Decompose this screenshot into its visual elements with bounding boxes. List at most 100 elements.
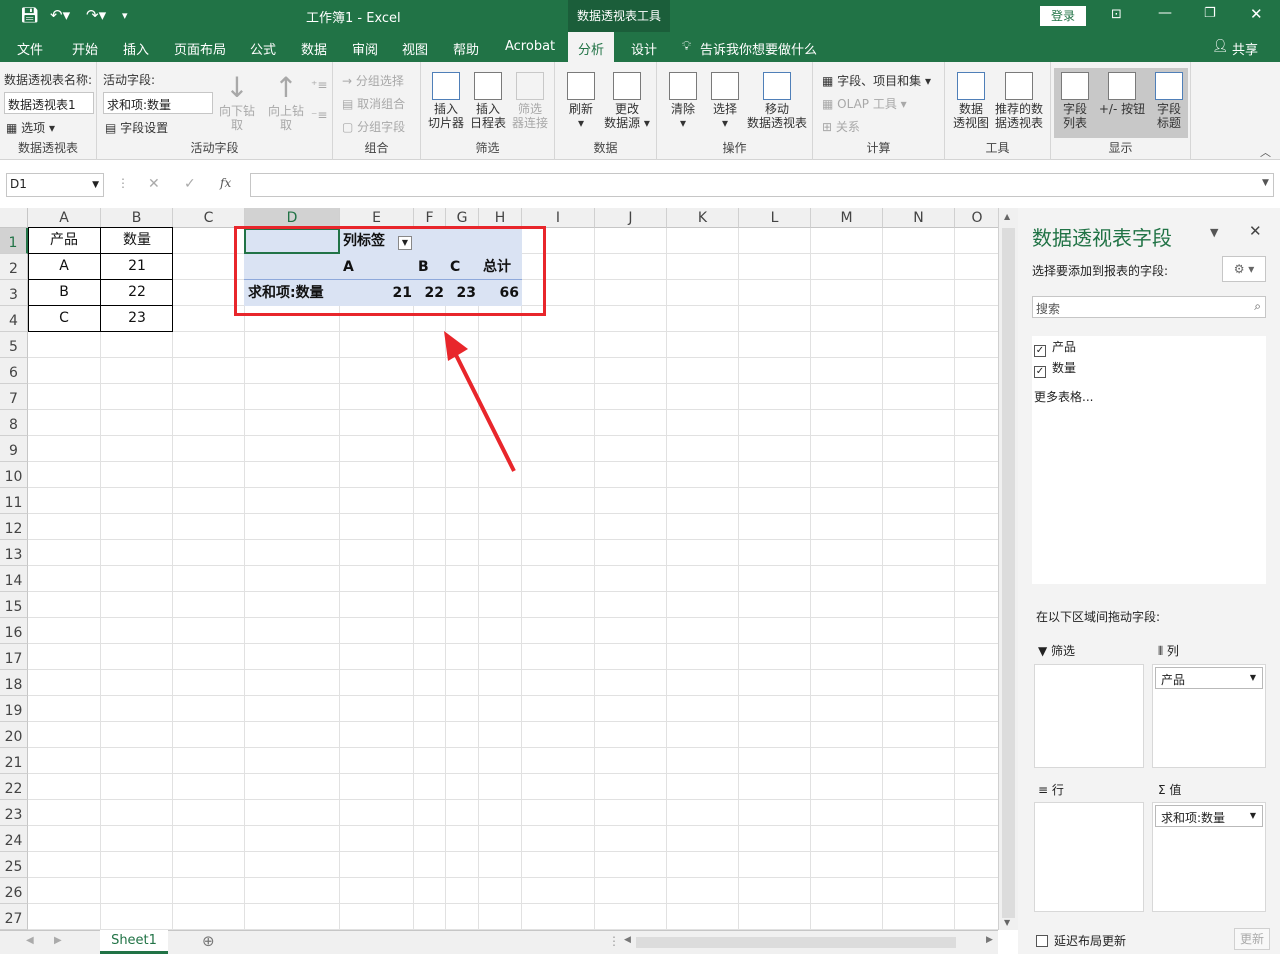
- values-item-sum-quantity[interactable]: 求和项:数量 ▼: [1155, 805, 1263, 827]
- insert-slicer-button[interactable]: 插入 切片器: [426, 72, 466, 130]
- save-icon[interactable]: 💾︎: [20, 6, 39, 24]
- cell-b1[interactable]: 数量: [101, 227, 173, 253]
- scroll-down-icon[interactable]: ▼: [1004, 918, 1010, 927]
- tab-analyze[interactable]: 分析: [568, 32, 615, 62]
- zone-values[interactable]: 求和项:数量 ▼: [1152, 802, 1266, 912]
- cancel-entry-icon[interactable]: ✕: [148, 176, 160, 192]
- restore-icon[interactable]: ❐: [1204, 6, 1216, 21]
- cell-b3[interactable]: 22: [101, 279, 173, 305]
- column-header[interactable]: H: [479, 208, 522, 228]
- zone-rows[interactable]: [1034, 802, 1144, 912]
- scroll-thumb[interactable]: [1002, 228, 1015, 918]
- ribbon-display-icon[interactable]: ⊡: [1111, 7, 1122, 22]
- row-header[interactable]: 7: [0, 384, 28, 410]
- vertical-scrollbar[interactable]: ▲ ▼: [998, 208, 1018, 930]
- column-header[interactable]: N: [883, 208, 955, 228]
- tell-me-search[interactable]: 告诉我你想要做什么: [700, 39, 817, 58]
- share-icon[interactable]: 👤︎: [1212, 39, 1229, 54]
- options-button[interactable]: ▦ 选项 ▾: [6, 119, 55, 136]
- row-header[interactable]: 1: [0, 228, 28, 254]
- column-header[interactable]: B: [101, 208, 173, 228]
- scroll-up-icon[interactable]: ▲: [1004, 212, 1010, 221]
- field-headers-button[interactable]: 字段 标题: [1151, 72, 1187, 130]
- tab-acrobat[interactable]: Acrobat: [505, 39, 555, 54]
- field-list-button[interactable]: 字段 列表: [1057, 72, 1093, 130]
- filter-connections-button[interactable]: 筛选 器连接: [510, 72, 550, 130]
- refresh-button[interactable]: 刷新 ▾: [561, 72, 601, 130]
- column-header[interactable]: M: [811, 208, 883, 228]
- column-header[interactable]: D: [245, 208, 340, 228]
- move-pivot-button[interactable]: 移动 数据透视表: [745, 72, 809, 130]
- row-header[interactable]: 6: [0, 358, 28, 384]
- row-header[interactable]: 5: [0, 332, 28, 358]
- column-header[interactable]: C: [173, 208, 245, 228]
- scroll-right-icon[interactable]: ▶: [986, 935, 993, 945]
- tab-view[interactable]: 视图: [402, 39, 428, 58]
- row-header[interactable]: 15: [0, 592, 28, 618]
- cell-a2[interactable]: A: [28, 253, 100, 279]
- field-search-input[interactable]: 搜索 ⌕: [1032, 296, 1266, 318]
- scroll-left-icon[interactable]: ◀: [624, 935, 631, 945]
- defer-update-checkbox[interactable]: 延迟布局更新: [1036, 932, 1126, 949]
- active-field-input[interactable]: 求和项:数量: [103, 92, 213, 114]
- column-header[interactable]: J: [595, 208, 667, 228]
- select-all-corner[interactable]: [0, 208, 28, 228]
- add-sheet-icon[interactable]: ⊕: [202, 932, 215, 950]
- group-selection-button[interactable]: → 分组选择: [342, 72, 404, 89]
- tab-help[interactable]: 帮助: [453, 39, 479, 58]
- confirm-entry-icon[interactable]: ✓: [184, 176, 196, 192]
- row-header[interactable]: 8: [0, 410, 28, 436]
- name-box[interactable]: D1 ▼: [6, 173, 104, 197]
- row-header[interactable]: 20: [0, 722, 28, 748]
- cell-a1[interactable]: 产品: [28, 227, 100, 253]
- tab-home[interactable]: 开始: [72, 39, 98, 58]
- column-header[interactable]: A: [28, 208, 101, 228]
- group-field-button[interactable]: ▢ 分组字段: [342, 118, 405, 135]
- select-button[interactable]: 选择 ▾: [705, 72, 745, 130]
- column-header[interactable]: E: [340, 208, 414, 228]
- share-button[interactable]: 共享: [1232, 39, 1258, 58]
- cell-a3[interactable]: B: [28, 279, 100, 305]
- minimize-icon[interactable]: —: [1158, 5, 1172, 21]
- relationships-button[interactable]: ⊞ 关系: [822, 118, 860, 135]
- row-header[interactable]: 16: [0, 618, 28, 644]
- pane-options-icon[interactable]: ▼: [1210, 226, 1218, 239]
- next-sheet-icon[interactable]: ▶: [54, 935, 62, 946]
- row-header[interactable]: 26: [0, 878, 28, 904]
- login-button[interactable]: 登录: [1040, 6, 1086, 26]
- column-header[interactable]: I: [522, 208, 595, 228]
- row-header[interactable]: 17: [0, 644, 28, 670]
- cell-a4[interactable]: C: [28, 305, 100, 331]
- field-settings-button[interactable]: ▤ 字段设置: [105, 119, 168, 136]
- clear-button[interactable]: 清除 ▾: [663, 72, 703, 130]
- zone-filter[interactable]: [1034, 664, 1144, 768]
- column-header[interactable]: K: [667, 208, 739, 228]
- row-header[interactable]: 18: [0, 670, 28, 696]
- more-tables-link[interactable]: 更多表格...: [1034, 388, 1093, 405]
- drill-up-button[interactable]: ↑ 向上钻取: [264, 72, 308, 133]
- row-header[interactable]: 14: [0, 566, 28, 592]
- cell-b2[interactable]: 21: [101, 253, 173, 279]
- prev-sheet-icon[interactable]: ◀: [26, 935, 34, 946]
- tab-split-grip[interactable]: ⋮: [608, 934, 620, 948]
- row-header[interactable]: 3: [0, 280, 28, 306]
- tab-page-layout[interactable]: 页面布局: [174, 39, 226, 58]
- zone-columns[interactable]: 产品 ▼: [1152, 664, 1266, 768]
- column-header[interactable]: L: [739, 208, 811, 228]
- expand-formula-icon[interactable]: ▼: [1262, 178, 1269, 188]
- column-header[interactable]: F: [414, 208, 446, 228]
- tab-data[interactable]: 数据: [301, 39, 327, 58]
- row-header[interactable]: 10: [0, 462, 28, 488]
- field-item-product[interactable]: ✓ 产品: [1034, 338, 1076, 357]
- row-header[interactable]: 13: [0, 540, 28, 566]
- close-window-icon[interactable]: ✕: [1250, 5, 1263, 23]
- ungroup-button[interactable]: ▤ 取消组合: [342, 95, 405, 112]
- pivot-name-input[interactable]: 数据透视表1: [4, 92, 94, 114]
- worksheet-grid[interactable]: ABCDEFGHIJKLMNO 1 2 3 4 5 6 7 8 9 10 11 12 13 14 15 16 1…: [0, 208, 998, 930]
- column-header[interactable]: O: [955, 208, 998, 228]
- fields-items-sets-button[interactable]: ▦ 字段、项目和集 ▾: [822, 72, 931, 89]
- row-header[interactable]: 9: [0, 436, 28, 462]
- pane-close-icon[interactable]: ✕: [1249, 222, 1262, 240]
- row-header[interactable]: 27: [0, 904, 28, 930]
- column-header[interactable]: G: [446, 208, 479, 228]
